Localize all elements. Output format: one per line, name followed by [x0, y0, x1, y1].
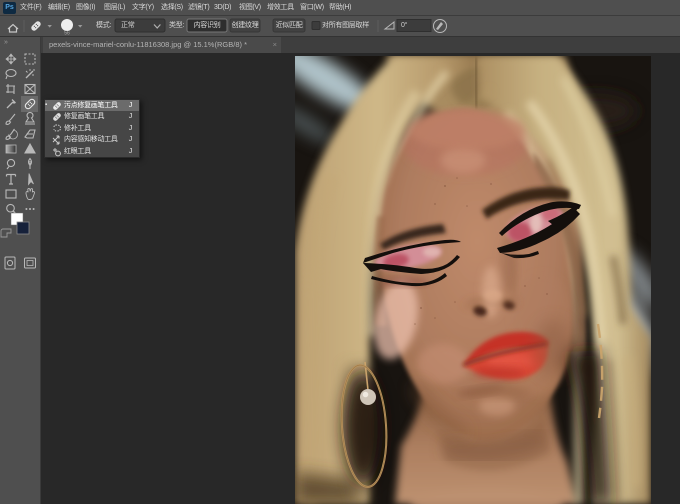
svg-text:»: » [4, 39, 8, 46]
svg-text:56: 56 [64, 31, 70, 37]
